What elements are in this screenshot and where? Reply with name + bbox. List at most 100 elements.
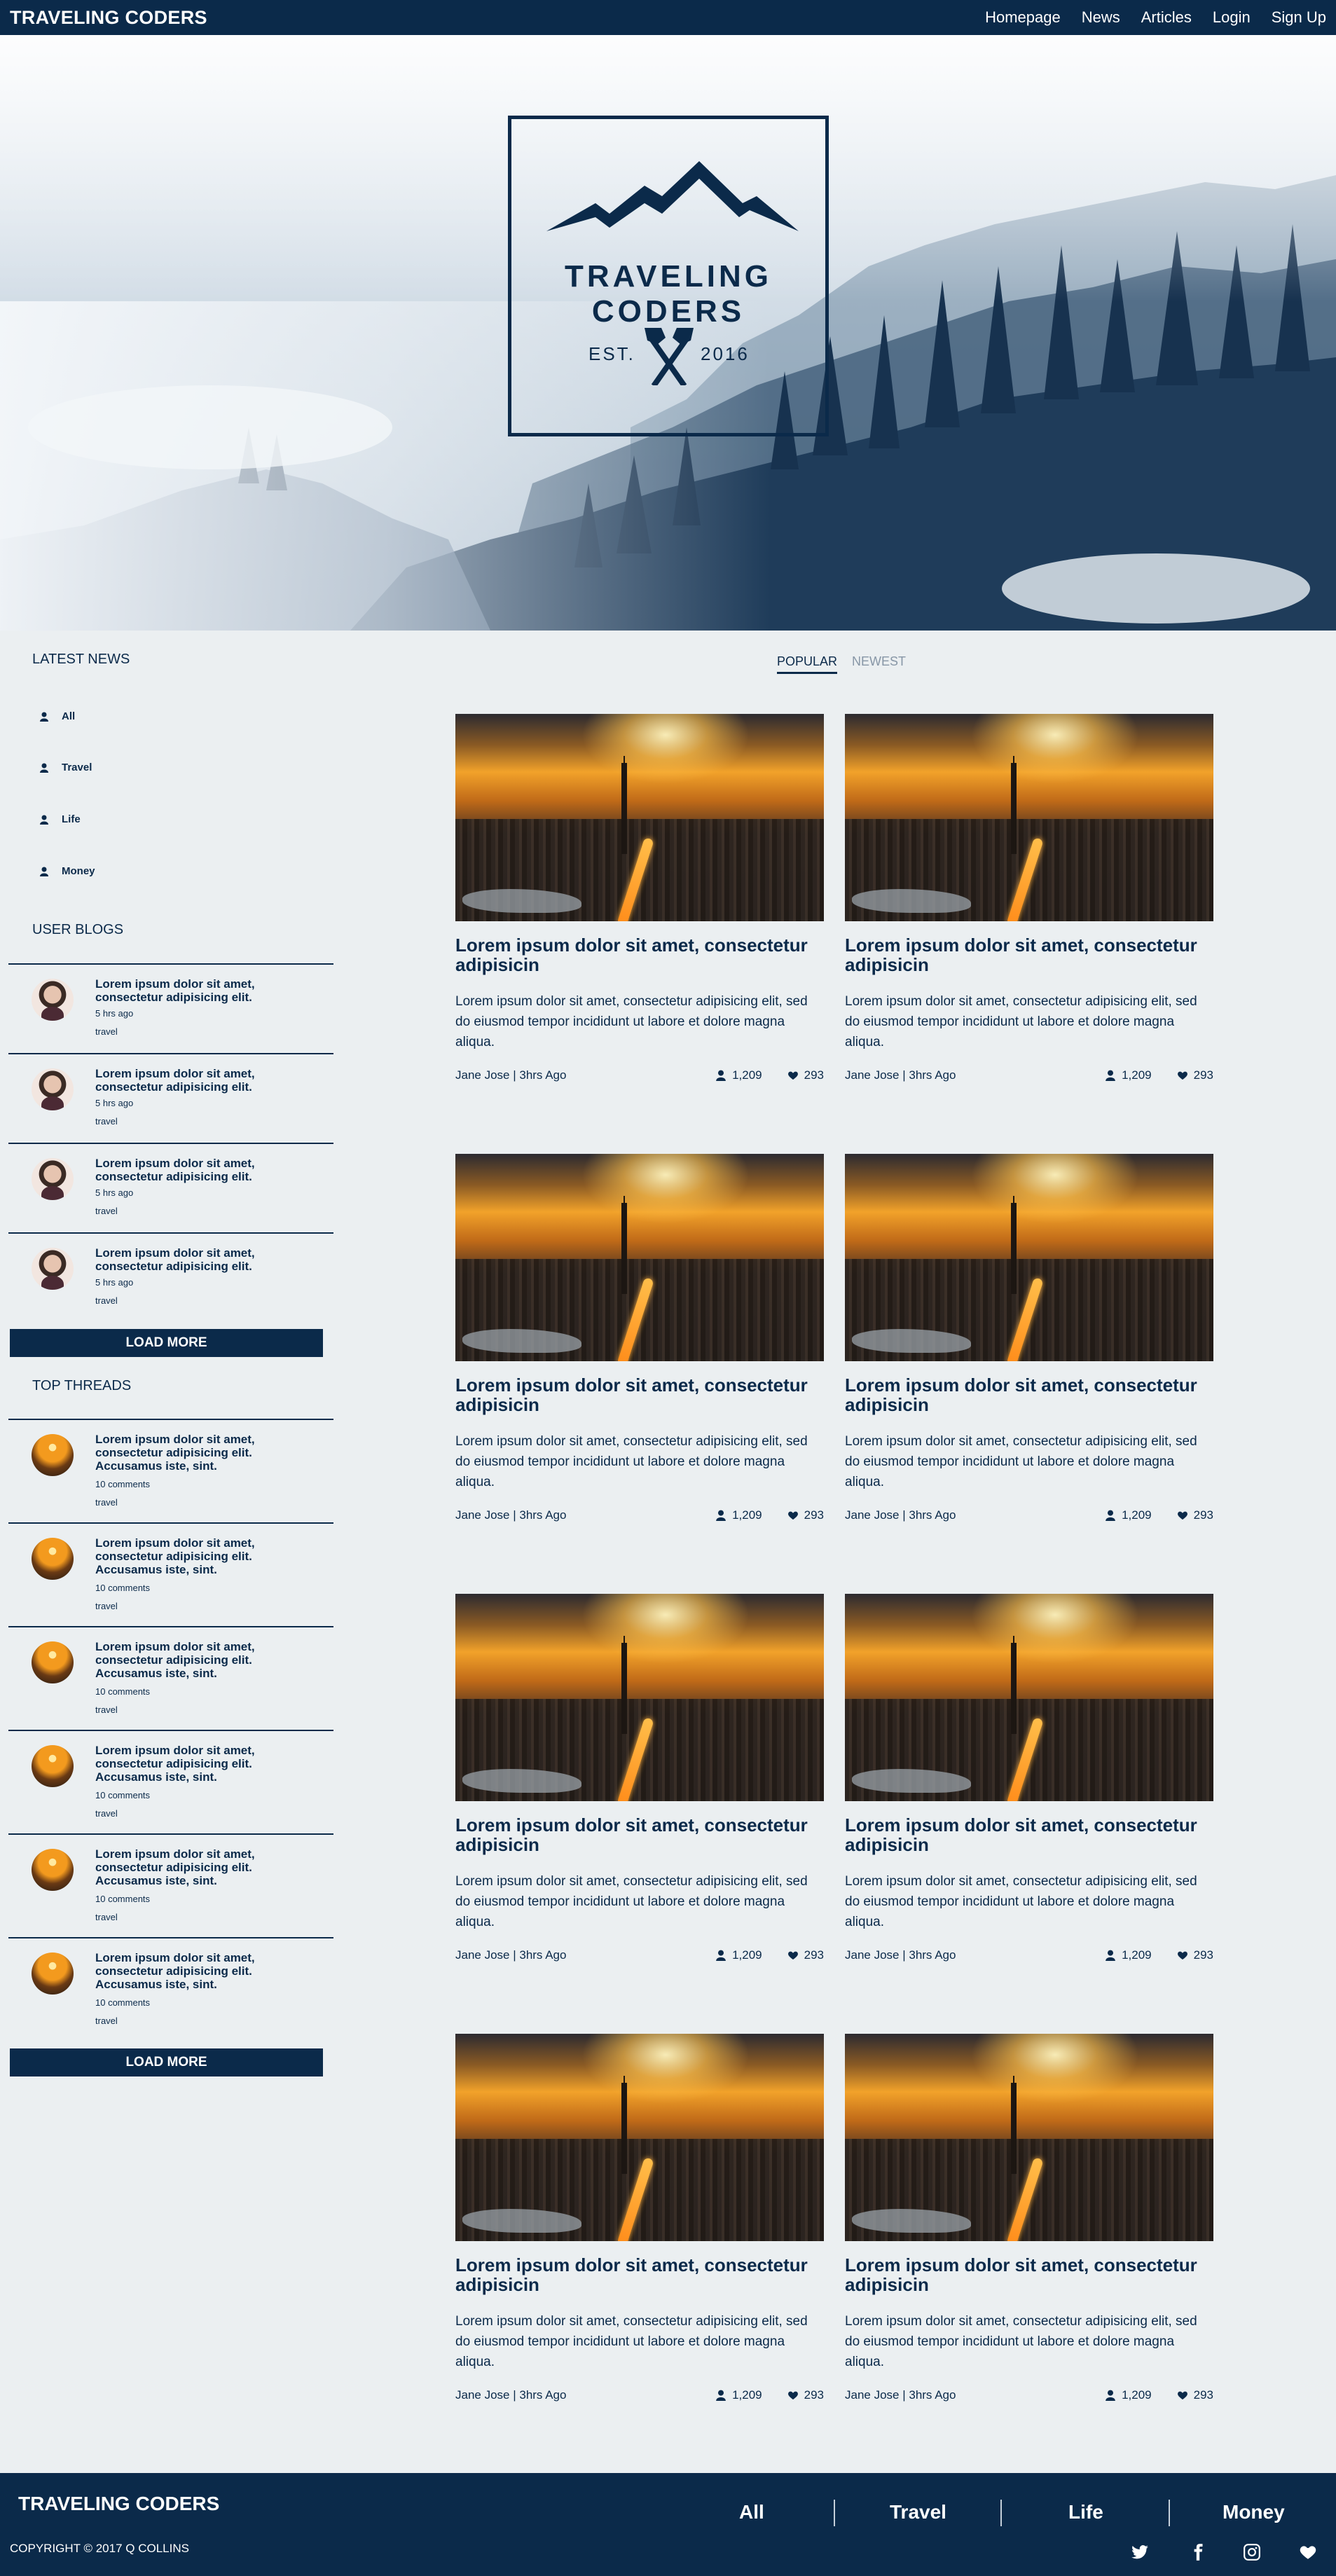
thread-item[interactable]: Lorem ipsum dolor sit amet, consectetur … — [8, 1833, 333, 1937]
likes-icon[interactable] — [787, 2390, 799, 2401]
user-blog-item[interactable]: Lorem ipsum dolor sit amet, consectetur … — [8, 963, 333, 1053]
thread-comments[interactable]: 10 comments — [95, 1790, 150, 1800]
article-title[interactable]: Lorem ipsum dolor sit amet, consectetur … — [845, 2255, 1213, 2294]
thread-title[interactable]: Lorem ipsum dolor sit amet, consectetur … — [95, 1951, 305, 1991]
nav-link-login[interactable]: Login — [1213, 8, 1251, 27]
load-more-threads-button[interactable]: LOAD MORE — [10, 2048, 323, 2076]
article-byline: Jane Jose | 3hrs Ago — [845, 1068, 956, 1082]
footer-link-life[interactable]: Life — [1068, 2501, 1103, 2523]
footer-link-all[interactable]: All — [739, 2501, 764, 2523]
thread-tag[interactable]: travel — [95, 1808, 118, 1819]
load-more-button[interactable]: LOAD MORE — [10, 1329, 323, 1357]
footer-brand[interactable]: TRAVELING CODERS — [18, 2493, 219, 2515]
article-card[interactable]: Lorem ipsum dolor sit amet, consectetur … — [455, 714, 824, 1082]
category-life[interactable]: Life — [39, 813, 81, 825]
instagram-icon[interactable] — [1243, 2543, 1261, 2561]
article-image[interactable] — [845, 2034, 1213, 2241]
article-card[interactable]: Lorem ipsum dolor sit amet, consectetur … — [845, 1154, 1213, 1522]
article-title[interactable]: Lorem ipsum dolor sit amet, consectetur … — [455, 1815, 824, 1854]
article-title[interactable]: Lorem ipsum dolor sit amet, consectetur … — [455, 2255, 824, 2294]
tab-popular[interactable]: POPULAR — [777, 654, 838, 674]
article-image[interactable] — [845, 1154, 1213, 1361]
likes-icon[interactable] — [1177, 2390, 1188, 2401]
category-all[interactable]: All — [39, 710, 75, 722]
footer-link-money[interactable]: Money — [1223, 2501, 1285, 2523]
likes-icon[interactable] — [787, 1510, 799, 1521]
thread-tag[interactable]: travel — [95, 1497, 118, 1508]
thread-item[interactable]: Lorem ipsum dolor sit amet, consectetur … — [8, 1419, 333, 1522]
article-card[interactable]: Lorem ipsum dolor sit amet, consectetur … — [845, 1594, 1213, 1962]
thread-title[interactable]: Lorem ipsum dolor sit amet, consectetur … — [95, 1847, 305, 1887]
likes-icon[interactable] — [787, 1950, 799, 1961]
thread-comments[interactable]: 10 comments — [95, 1686, 150, 1697]
user-blog-item[interactable]: Lorem ipsum dolor sit amet, consectetur … — [8, 1143, 333, 1232]
nav-link-news[interactable]: News — [1082, 8, 1120, 27]
article-stats: 1,209 293 — [1105, 1508, 1213, 1522]
thread-thumbnail — [32, 1849, 74, 1891]
user-blog-title[interactable]: Lorem ipsum dolor sit amet, consectetur … — [95, 1157, 305, 1183]
thread-item[interactable]: Lorem ipsum dolor sit amet, consectetur … — [8, 1730, 333, 1833]
twitter-icon[interactable] — [1131, 2543, 1149, 2561]
facebook-icon[interactable] — [1189, 2543, 1207, 2561]
thread-title[interactable]: Lorem ipsum dolor sit amet, consectetur … — [95, 1744, 305, 1784]
thread-title[interactable]: Lorem ipsum dolor sit amet, consectetur … — [95, 1536, 305, 1576]
article-card[interactable]: Lorem ipsum dolor sit amet, consectetur … — [455, 1154, 824, 1522]
article-title[interactable]: Lorem ipsum dolor sit amet, consectetur … — [455, 935, 824, 974]
user-blog-title[interactable]: Lorem ipsum dolor sit amet, consectetur … — [95, 977, 305, 1004]
tab-newest[interactable]: NEWEST — [852, 654, 906, 669]
thread-tag[interactable]: travel — [95, 1704, 118, 1715]
user-blog-item[interactable]: Lorem ipsum dolor sit amet, consectetur … — [8, 1053, 333, 1143]
footer-link-travel[interactable]: Travel — [890, 2501, 946, 2523]
heart-icon[interactable] — [1299, 2543, 1317, 2561]
thread-comments[interactable]: 10 comments — [95, 1894, 150, 1904]
thread-tag[interactable]: travel — [95, 1912, 118, 1922]
thread-item[interactable]: Lorem ipsum dolor sit amet, consectetur … — [8, 1937, 333, 2041]
thread-comments[interactable]: 10 comments — [95, 1479, 150, 1489]
article-image[interactable] — [845, 1594, 1213, 1801]
thread-title[interactable]: Lorem ipsum dolor sit amet, consectetur … — [95, 1640, 305, 1680]
brand-logo: TRAVELING CODERS EST. 2016 — [508, 116, 829, 436]
likes-icon[interactable] — [787, 1070, 799, 1081]
article-image[interactable] — [455, 714, 824, 921]
article-meta: Jane Jose | 3hrs Ago 1,209 293 — [845, 2388, 1213, 2402]
category-money[interactable]: Money — [39, 865, 95, 877]
user-blog-tag[interactable]: travel — [95, 1295, 118, 1306]
article-card[interactable]: Lorem ipsum dolor sit amet, consectetur … — [845, 2034, 1213, 2402]
article-title[interactable]: Lorem ipsum dolor sit amet, consectetur … — [845, 935, 1213, 974]
nav-link-signup[interactable]: Sign Up — [1272, 8, 1326, 27]
thread-item[interactable]: Lorem ipsum dolor sit amet, consectetur … — [8, 1626, 333, 1730]
article-card[interactable]: Lorem ipsum dolor sit amet, consectetur … — [845, 714, 1213, 1082]
likes-icon[interactable] — [1177, 1510, 1188, 1521]
thread-comments[interactable]: 10 comments — [95, 1583, 150, 1593]
thread-title[interactable]: Lorem ipsum dolor sit amet, consectetur … — [95, 1433, 305, 1473]
article-image[interactable] — [455, 1154, 824, 1361]
article-title[interactable]: Lorem ipsum dolor sit amet, consectetur … — [845, 1375, 1213, 1414]
article-card[interactable]: Lorem ipsum dolor sit amet, consectetur … — [455, 2034, 824, 2402]
article-views: 1,209 — [1122, 1068, 1152, 1082]
article-image[interactable] — [455, 2034, 824, 2241]
nav-link-homepage[interactable]: Homepage — [985, 8, 1061, 27]
user-blog-time: 5 hrs ago — [95, 1187, 134, 1198]
likes-icon[interactable] — [1177, 1070, 1188, 1081]
user-blog-tag[interactable]: travel — [95, 1206, 118, 1216]
article-meta: Jane Jose | 3hrs Ago 1,209 293 — [845, 1068, 1213, 1082]
user-blog-title[interactable]: Lorem ipsum dolor sit amet, consectetur … — [95, 1067, 305, 1094]
category-travel[interactable]: Travel — [39, 762, 92, 773]
likes-icon[interactable] — [1177, 1950, 1188, 1961]
user-blog-title[interactable]: Lorem ipsum dolor sit amet, consectetur … — [95, 1246, 305, 1273]
article-title[interactable]: Lorem ipsum dolor sit amet, consectetur … — [455, 1375, 824, 1414]
thread-tag[interactable]: travel — [95, 2016, 118, 2026]
thread-comments[interactable]: 10 comments — [95, 1997, 150, 2008]
user-blog-tag[interactable]: travel — [95, 1116, 118, 1127]
article-image[interactable] — [455, 1594, 824, 1801]
thread-tag[interactable]: travel — [95, 1601, 118, 1611]
user-blog-tag[interactable]: travel — [95, 1026, 118, 1037]
thread-item[interactable]: Lorem ipsum dolor sit amet, consectetur … — [8, 1522, 333, 1626]
avatar — [32, 979, 74, 1021]
nav-link-articles[interactable]: Articles — [1141, 8, 1192, 27]
article-image[interactable] — [845, 714, 1213, 921]
nav-brand[interactable]: TRAVELING CODERS — [10, 7, 207, 29]
user-blog-item[interactable]: Lorem ipsum dolor sit amet, consectetur … — [8, 1232, 333, 1322]
article-title[interactable]: Lorem ipsum dolor sit amet, consectetur … — [845, 1815, 1213, 1854]
article-card[interactable]: Lorem ipsum dolor sit amet, consectetur … — [455, 1594, 824, 1962]
